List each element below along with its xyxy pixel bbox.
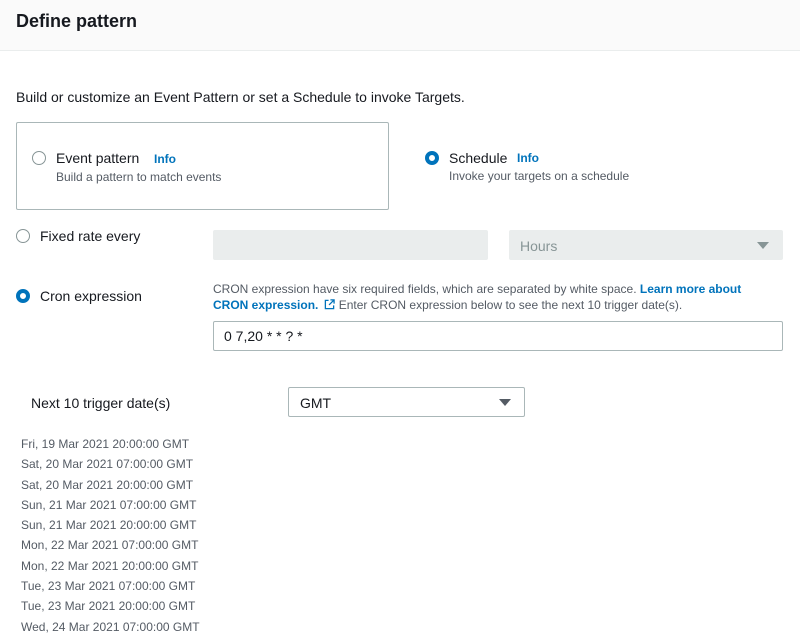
cron-expression-radio[interactable] xyxy=(16,289,30,303)
schedule-label: Schedule xyxy=(449,150,508,166)
trigger-date: Fri, 19 Mar 2021 20:00:00 GMT xyxy=(21,437,190,451)
cron-expression-input[interactable] xyxy=(213,321,783,351)
cron-help-text: CRON expression have six required fields… xyxy=(213,281,773,313)
event-pattern-info-link[interactable]: Info xyxy=(154,152,176,166)
next-triggers-label: Next 10 trigger date(s) xyxy=(31,395,171,411)
schedule-description: Invoke your targets on a schedule xyxy=(449,169,630,183)
fixed-rate-value-input[interactable] xyxy=(213,230,488,260)
trigger-date: Mon, 22 Mar 2021 07:00:00 GMT xyxy=(21,538,199,553)
timezone-select[interactable]: GMT xyxy=(288,387,525,417)
page-title: Define pattern xyxy=(16,11,138,31)
cron-help-after: Enter CRON expression below to see the n… xyxy=(338,298,683,312)
trigger-date: Mon, 22 Mar 2021 20:00:00 GMT xyxy=(21,558,199,573)
event-pattern-label: Event pattern xyxy=(56,150,140,166)
trigger-date: Tue, 23 Mar 2021 20:00:00 GMT xyxy=(21,599,196,614)
event-pattern-radio[interactable] xyxy=(32,151,46,165)
caret-down-icon xyxy=(757,242,769,249)
event-pattern-card[interactable] xyxy=(16,122,389,210)
caret-down-icon xyxy=(499,399,511,406)
schedule-radio[interactable] xyxy=(425,151,439,165)
trigger-date: Sun, 21 Mar 2021 20:00:00 GMT xyxy=(21,518,197,533)
trigger-dates-list: Fri, 19 Mar 2021 20:00:00 GMT Sat, 20 Ma… xyxy=(21,436,200,639)
event-pattern-description: Build a pattern to match events xyxy=(56,170,222,184)
cron-expression-label: Cron expression xyxy=(40,288,142,304)
page-header: Define pattern xyxy=(0,0,800,51)
fixed-rate-unit-value: Hours xyxy=(520,238,558,254)
schedule-info-link[interactable]: Info xyxy=(517,151,539,165)
fixed-rate-unit-select[interactable]: Hours xyxy=(509,230,783,260)
cron-help-intro: CRON expression have six required fields… xyxy=(213,282,637,296)
trigger-date: Sun, 21 Mar 2021 07:00:00 GMT xyxy=(21,497,197,512)
intro-text: Build or customize an Event Pattern or s… xyxy=(16,89,465,105)
trigger-date: Tue, 23 Mar 2021 07:00:00 GMT xyxy=(21,579,196,594)
fixed-rate-label: Fixed rate every xyxy=(40,228,141,244)
trigger-date: Sat, 20 Mar 2021 07:00:00 GMT xyxy=(21,457,194,472)
external-link-icon xyxy=(324,299,335,310)
fixed-rate-radio[interactable] xyxy=(16,229,30,243)
trigger-date: Sat, 20 Mar 2021 20:00:00 GMT xyxy=(21,477,194,492)
trigger-date: Wed, 24 Mar 2021 07:00:00 GMT xyxy=(21,619,200,634)
timezone-value: GMT xyxy=(300,395,332,411)
